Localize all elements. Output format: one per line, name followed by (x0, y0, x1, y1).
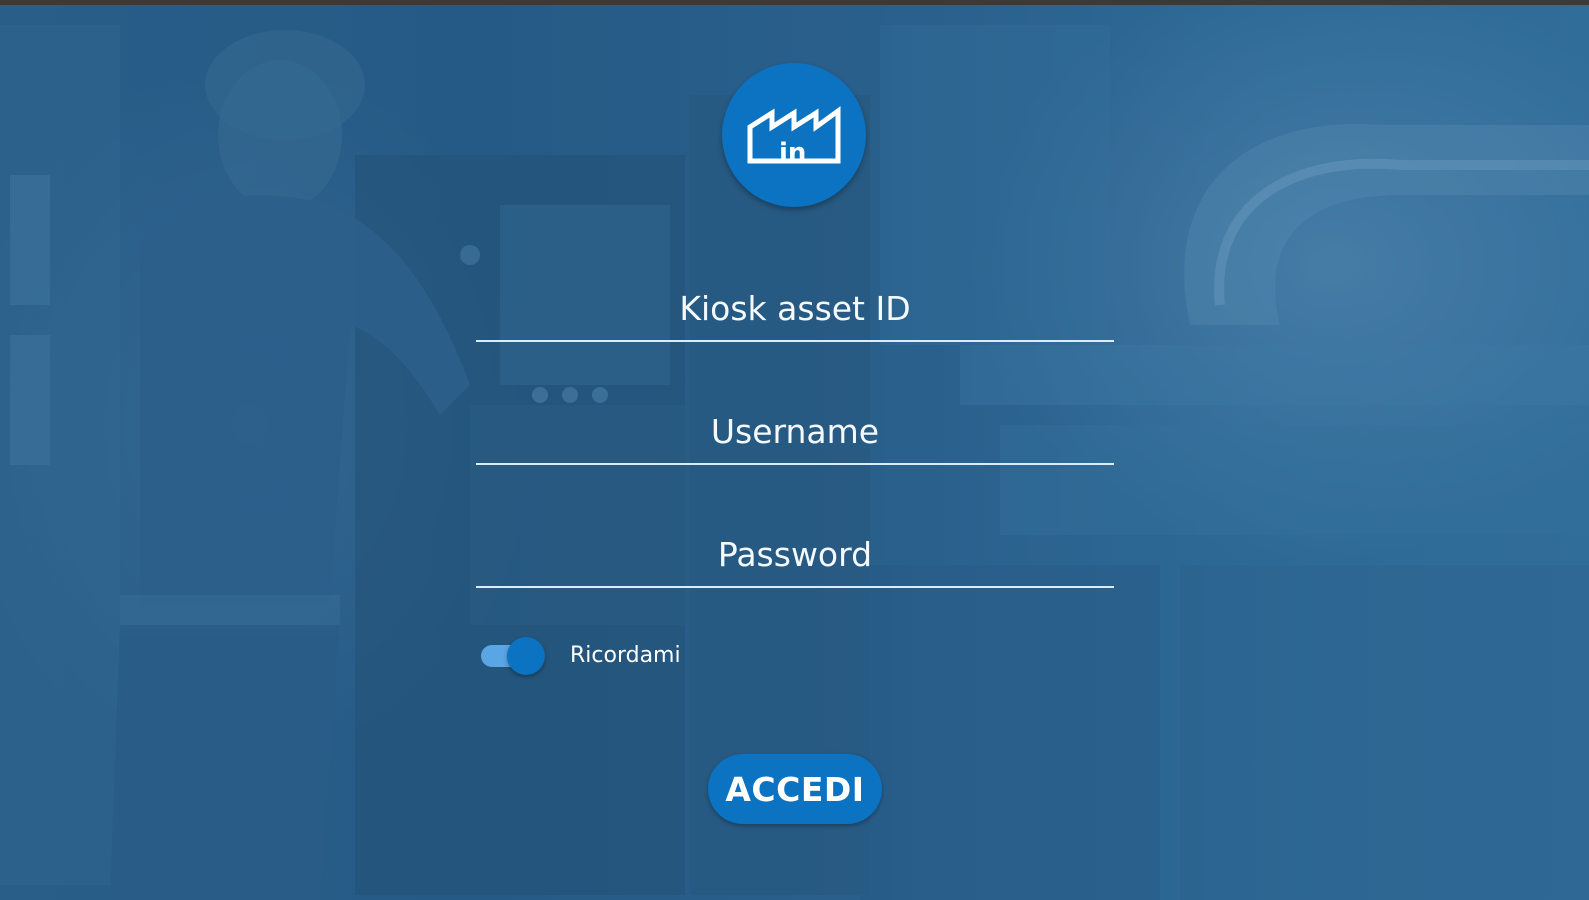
remember-me-label[interactable]: Ricordami (570, 642, 681, 670)
username-input[interactable] (476, 407, 1114, 455)
username-field (476, 393, 1114, 465)
app-logo: in (722, 63, 866, 207)
toggle-thumb (507, 637, 545, 675)
factory-in-icon: in (747, 106, 841, 165)
login-button[interactable]: ACCEDI (708, 754, 882, 824)
password-field (476, 516, 1114, 588)
remember-me-toggle[interactable] (481, 637, 545, 675)
password-input[interactable] (476, 530, 1114, 578)
kiosk-asset-id-field (476, 270, 1114, 342)
login-screen: in Ricordami ACCEDI (0, 0, 1589, 900)
kiosk-asset-id-input[interactable] (476, 284, 1114, 332)
logo-text: in (779, 138, 806, 165)
